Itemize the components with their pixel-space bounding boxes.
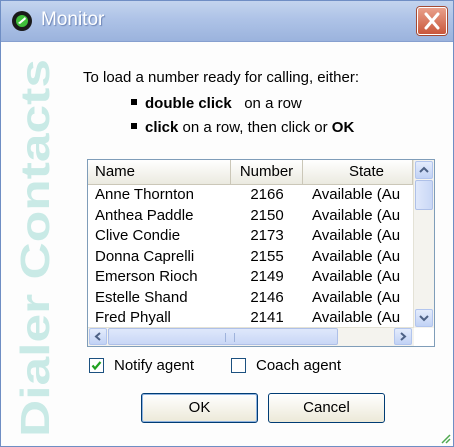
bullet-icon	[131, 123, 137, 130]
chevron-left-icon	[94, 332, 101, 341]
contact-name: Anthea Paddle	[95, 206, 194, 224]
instructions-intro: To load a number ready for calling, eith…	[83, 69, 359, 86]
contact-name: Clive Condie	[95, 227, 181, 244]
table-row[interactable]: Fred Phyall 2141 Available (Au	[88, 308, 414, 328]
instruction-bullet-1: double click on a row	[131, 95, 302, 112]
column-header-name[interactable]: Name	[88, 160, 231, 184]
chevron-up-icon	[419, 166, 429, 173]
contact-state: Available (Au	[312, 247, 401, 265]
contact-state: Available (Au	[312, 268, 401, 285]
checkmark-icon	[91, 360, 102, 370]
table-row[interactable]: Estelle Shand 2146 Available (Au	[88, 288, 414, 309]
contact-number: 2166	[250, 186, 284, 203]
chevron-right-icon	[400, 332, 407, 341]
table-row[interactable]: Clive Condie 2173 Available (Au	[88, 226, 414, 247]
contact-number: 2150	[250, 206, 284, 224]
notify-agent-label: Notify agent	[114, 357, 195, 374]
resize-grip-icon[interactable]	[439, 432, 451, 444]
contacts-list[interactable]: Name Number State Anne Thornton 2166 Avail…	[87, 159, 435, 347]
table-row[interactable]: Donna Caprelli 2155 Available (Au	[88, 247, 414, 268]
contact-number: 2141	[250, 309, 284, 326]
contact-state: Available (Au	[312, 309, 401, 326]
notify-agent-checkbox[interactable]	[89, 357, 104, 373]
instruction-bullet-2: click on a row, then click or OK	[131, 119, 354, 136]
contact-name: Emerson Rioch	[95, 268, 198, 285]
click-text: click	[145, 119, 179, 136]
contact-number: 2149	[250, 268, 284, 285]
scroll-left-button[interactable]	[89, 328, 107, 345]
contact-name: Estelle Shand	[95, 288, 188, 306]
column-header-state[interactable]: State	[303, 160, 413, 184]
contact-name: Anne Thornton	[95, 186, 194, 203]
horizontal-scrollbar[interactable]	[88, 327, 414, 346]
scroll-right-button[interactable]	[394, 328, 412, 345]
scroll-grip-icon	[225, 333, 235, 342]
scroll-down-button[interactable]	[415, 309, 433, 327]
list-rows: Anne Thornton 2166 Available (Au Anthea Pa…	[88, 185, 414, 328]
monitor-dialog: Monitor Dialer Contacts To load a number…	[0, 0, 454, 447]
contact-number: 2173	[250, 227, 284, 244]
ok-text: OK	[331, 119, 355, 136]
app-icon	[12, 11, 32, 31]
scroll-up-button[interactable]	[415, 161, 433, 179]
cancel-button[interactable]: Cancel	[268, 393, 385, 423]
on-a-row-text: on a row	[244, 95, 302, 112]
then-click-text: on a row, then click or	[182, 119, 328, 136]
vertical-scrollbar[interactable]	[413, 160, 434, 328]
horizontal-scroll-thumb[interactable]	[108, 328, 338, 345]
contact-state: Available (Au	[312, 227, 401, 244]
contact-name: Donna Caprelli	[95, 247, 195, 265]
bullet-icon	[131, 99, 137, 106]
contact-state: Available (Au	[312, 288, 401, 306]
column-header-number[interactable]: Number	[231, 160, 303, 184]
contact-state: Available (Au	[312, 186, 401, 203]
title-bar[interactable]: Monitor	[1, 1, 453, 42]
dialer-contacts-watermark: Dialer Contacts	[12, 59, 58, 437]
table-row[interactable]: Anthea Paddle 2150 Available (Au	[88, 206, 414, 227]
contact-state: Available (Au	[312, 206, 401, 224]
close-button[interactable]	[417, 7, 447, 35]
notify-agent-option[interactable]: Notify agent	[89, 357, 194, 374]
contact-name: Fred Phyall	[95, 309, 171, 326]
close-icon	[424, 12, 440, 30]
contact-number: 2155	[250, 247, 284, 265]
vertical-scroll-thumb[interactable]	[415, 180, 433, 210]
double-click-text: double click	[145, 95, 232, 112]
table-row[interactable]: Emerson Rioch 2149 Available (Au	[88, 267, 414, 288]
chevron-down-icon	[419, 315, 429, 322]
table-row[interactable]: Anne Thornton 2166 Available (Au	[88, 185, 414, 206]
window-title: Monitor	[41, 9, 105, 30]
coach-agent-option[interactable]: Coach agent	[231, 357, 341, 374]
contact-number: 2146	[250, 288, 284, 306]
watermark-text: Dialer Contacts	[12, 59, 58, 437]
coach-agent-label: Coach agent	[256, 357, 342, 374]
coach-agent-checkbox[interactable]	[231, 357, 246, 373]
list-header: Name Number State	[88, 160, 434, 185]
ok-button[interactable]: OK	[141, 393, 258, 423]
